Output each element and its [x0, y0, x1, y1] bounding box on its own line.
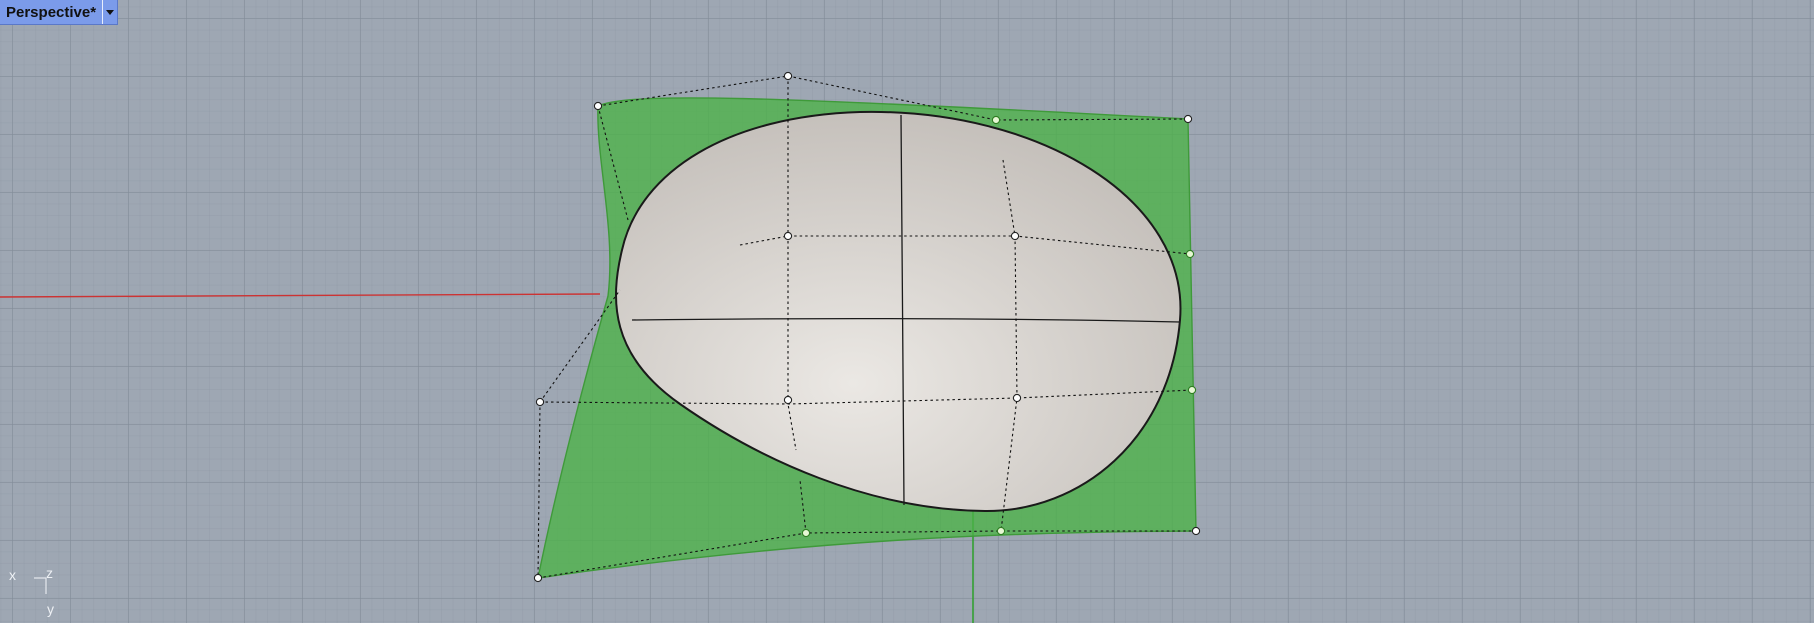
control-point[interactable] — [1012, 393, 1022, 403]
control-point[interactable] — [783, 71, 793, 81]
control-point[interactable] — [1187, 385, 1197, 395]
control-point[interactable] — [783, 231, 793, 241]
control-point[interactable] — [1183, 114, 1193, 124]
perspective-viewport[interactable]: Perspective* x z y — [0, 0, 1814, 623]
control-point[interactable] — [991, 115, 1001, 125]
axis-z-label: z — [46, 565, 53, 581]
control-point[interactable] — [783, 395, 793, 405]
axis-gizmo — [34, 577, 47, 594]
control-point[interactable] — [593, 101, 603, 111]
control-point[interactable] — [1010, 231, 1020, 241]
control-point[interactable] — [996, 526, 1006, 536]
control-point[interactable] — [801, 528, 811, 538]
control-point[interactable] — [535, 397, 545, 407]
axis-y-label: y — [47, 601, 54, 617]
world-x-axis — [0, 293, 601, 298]
scene-canvas[interactable] — [0, 0, 1814, 623]
control-point[interactable] — [1191, 526, 1201, 536]
control-point[interactable] — [1185, 249, 1195, 259]
control-point[interactable] — [533, 573, 543, 583]
axis-x-label: x — [9, 567, 16, 583]
